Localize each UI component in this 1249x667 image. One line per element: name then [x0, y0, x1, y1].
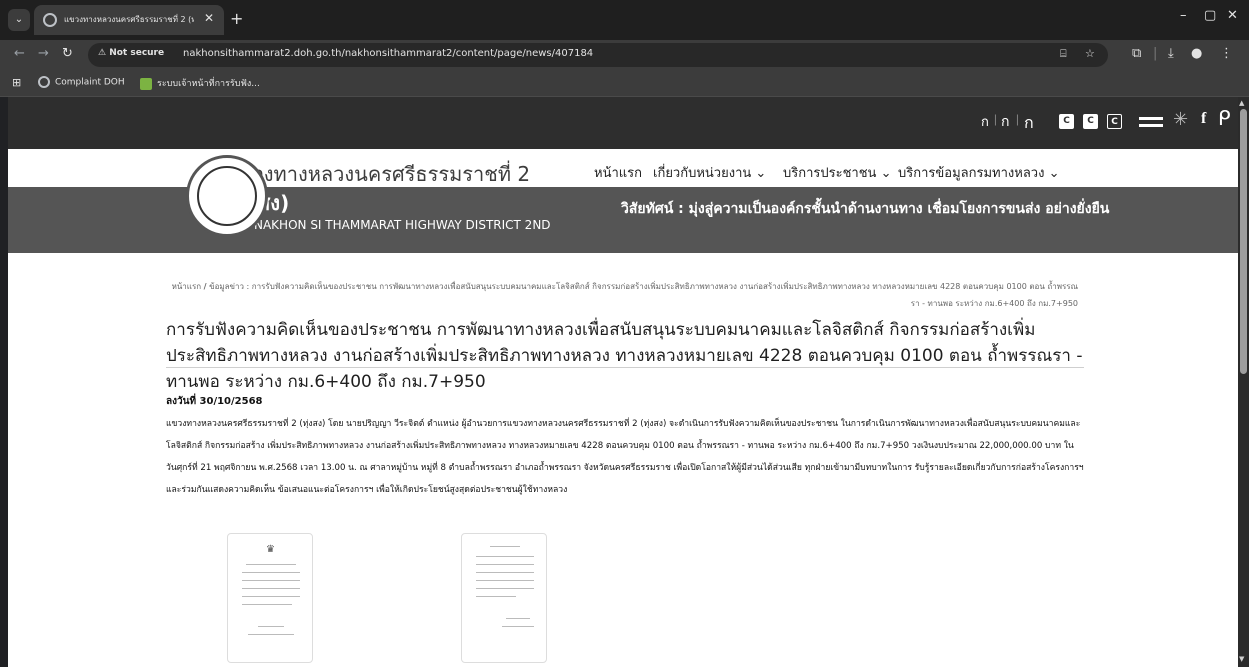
- close-window-icon[interactable]: ✕: [1227, 8, 1238, 23]
- download-icon[interactable]: ⤓: [1168, 46, 1174, 61]
- profile-icon[interactable]: ●: [1191, 46, 1202, 61]
- breadcrumb: หน้าแรก / ข้อมูลข่าว : การรับฟังความคิดเ…: [171, 282, 1078, 308]
- vision-statement: วิสัยทัศน์ : มุ่งสู่ความเป็นองค์กรชั้นนำ…: [621, 201, 1110, 217]
- bookmark-star-icon[interactable]: ☆: [1085, 47, 1095, 60]
- contrast-normal-button[interactable]: C: [1059, 114, 1074, 129]
- active-tab[interactable]: แขวงทางหลวงนครศรีธรรมราชที่ 2 (ทุ่งสง) ✕: [34, 5, 224, 35]
- uk-flag-icon[interactable]: ✳: [1173, 109, 1188, 130]
- document-thumbnail-1[interactable]: ♛: [227, 533, 313, 663]
- article-body: แขวงทางหลวงนครศรีธรรมราชที่ 2 (ทุ่งสง) โ…: [166, 419, 1084, 495]
- garuda-emblem-icon: ♛: [266, 544, 275, 555]
- logo-emblem: [197, 166, 257, 226]
- contrast-yellow-button[interactable]: C: [1107, 114, 1122, 129]
- scroll-up-icon[interactable]: ▲: [1239, 99, 1244, 107]
- extensions-icon[interactable]: ⧉: [1132, 46, 1141, 61]
- tab-search-icon[interactable]: ⌄: [8, 9, 30, 31]
- tab-strip: ⌄ แขวงทางหลวงนครศรีธรรมราชที่ 2 (ทุ่งสง)…: [0, 0, 1249, 40]
- font-size-small[interactable]: ก: [981, 111, 989, 132]
- divider-icon: |: [1153, 46, 1158, 61]
- menu-lines-icon[interactable]: [1139, 117, 1163, 131]
- apps-grid-icon[interactable]: ⊞: [12, 76, 21, 89]
- nav-home[interactable]: หน้าแรก: [594, 162, 642, 183]
- divider: [166, 367, 1084, 368]
- back-icon[interactable]: ←: [14, 46, 25, 61]
- browser-window: ⌄ แขวงทางหลวงนครศรีธรรมราชที่ 2 (ทุ่งสง)…: [0, 0, 1249, 667]
- facebook-icon[interactable]: f: [1201, 110, 1206, 128]
- breadcrumb-home[interactable]: หน้าแรก: [172, 282, 202, 291]
- bookmark-system[interactable]: ระบบเจ้าหน้าที่การรับฟัง...: [140, 76, 260, 90]
- maximize-icon[interactable]: ▢: [1204, 8, 1216, 23]
- close-icon[interactable]: ✕: [204, 11, 214, 25]
- not-secure-badge[interactable]: ⚠ Not secure: [98, 48, 164, 58]
- contrast-dark-button[interactable]: C: [1083, 114, 1098, 129]
- url-text[interactable]: nakhonsithammarat2.doh.go.th/nakhonsitha…: [183, 48, 593, 59]
- bookmarks-bar: ⊞ Complaint DOH ระบบเจ้าหน้าที่การรับฟัง…: [0, 70, 1249, 97]
- nav-data[interactable]: บริการข้อมูลกรมทางหลวง ⌄: [898, 162, 1059, 183]
- nav-about[interactable]: เกี่ยวกับหน่วยงาน ⌄: [653, 162, 766, 183]
- reload-icon[interactable]: ↻: [62, 46, 73, 61]
- site-title: แขวงทางหลวงนครศรีธรรมราชที่ 2: [226, 162, 531, 186]
- scroll-down-icon[interactable]: ▼: [1239, 655, 1244, 663]
- font-size-medium[interactable]: ก: [1001, 111, 1009, 133]
- nav-services[interactable]: บริการประชาชน ⌄: [783, 162, 891, 183]
- post-date: ลงวันที่ 30/10/2568: [166, 396, 263, 407]
- forward-icon[interactable]: →: [38, 46, 49, 61]
- menu-icon[interactable]: ⋮: [1220, 46, 1233, 61]
- document-thumbnail-2[interactable]: [461, 533, 547, 663]
- font-size-large[interactable]: ก: [1024, 111, 1034, 136]
- site-english-name: NAKHON SI THAMMARAT HIGHWAY DISTRICT 2ND: [254, 218, 551, 232]
- new-tab-button[interactable]: +: [230, 9, 243, 29]
- translate-icon[interactable]: ⌸: [1060, 47, 1067, 61]
- tab-title: แขวงทางหลวงนครศรีธรรมราชที่ 2 (ทุ่งสง): [64, 15, 194, 24]
- scroll-thumb[interactable]: [1240, 109, 1247, 374]
- search-icon[interactable]: ᑭ: [1218, 106, 1231, 131]
- accessibility-bar: ก | ก | ก C C C ✳ f ᑭ: [8, 97, 1238, 149]
- page-title: การรับฟังความคิดเห็นของประชาชน การพัฒนาท…: [166, 320, 1083, 392]
- address-bar[interactable]: ⚠ Not secure nakhonsithammarat2.doh.go.t…: [88, 43, 1108, 67]
- page-viewport: ก | ก | ก C C C ✳ f ᑭ แขวงทางหลวงนครศรีธ…: [8, 97, 1238, 667]
- page-scrollbar[interactable]: ▲ ▼: [1238, 97, 1249, 667]
- globe-icon: [38, 76, 50, 88]
- browser-toolbar: ← → ↻ ⚠ Not secure nakhonsithammarat2.do…: [0, 40, 1249, 70]
- breadcrumb-current: ข้อมูลข่าว : การรับฟังความคิดเห็นของประช…: [209, 282, 1078, 308]
- department-logo[interactable]: [186, 155, 268, 237]
- app-icon: [140, 77, 152, 90]
- minimize-icon[interactable]: –: [1180, 8, 1187, 23]
- bookmark-complaint[interactable]: Complaint DOH: [38, 76, 125, 88]
- globe-icon: [43, 13, 57, 27]
